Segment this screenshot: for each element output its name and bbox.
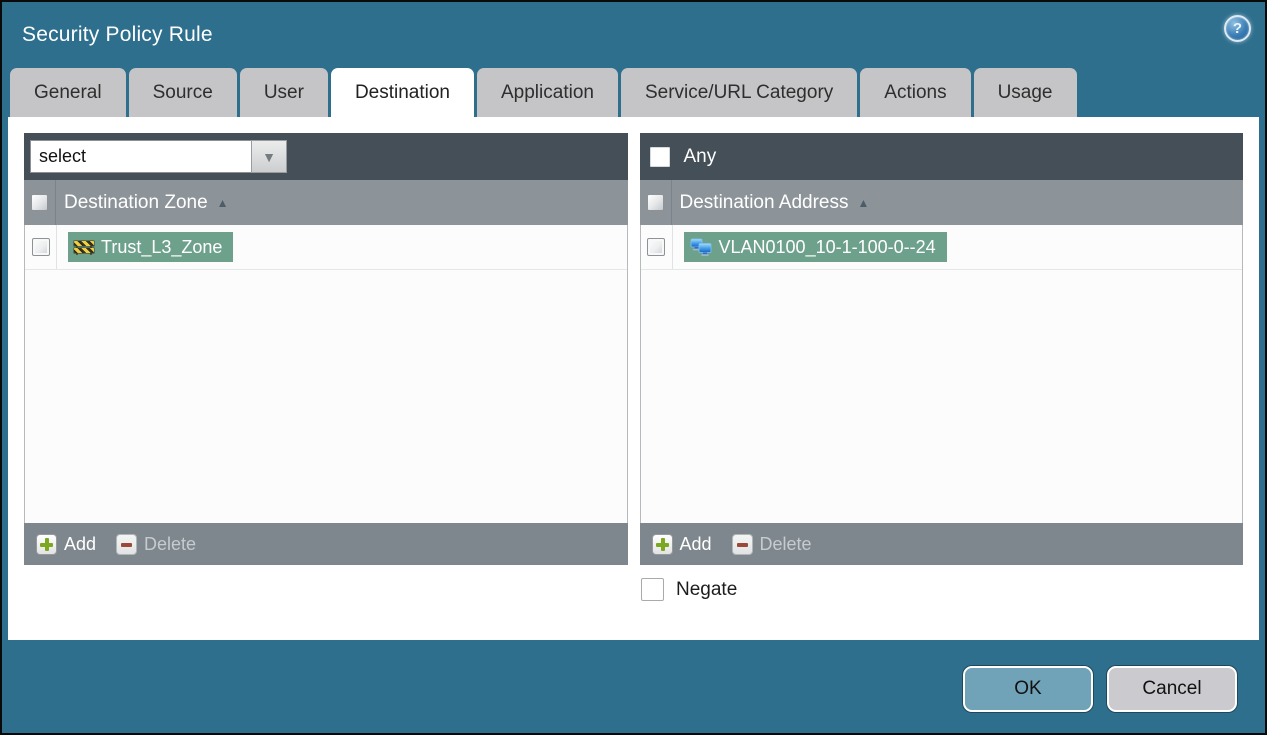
tab-service-url-category[interactable]: Service/URL Category [620, 68, 858, 117]
zone-column-header: Destination Zone ▲ [24, 180, 628, 225]
zone-item[interactable]: Trust_L3_Zone [68, 232, 234, 262]
zone-rows: Trust_L3_Zone [24, 225, 628, 523]
minus-icon [116, 533, 138, 555]
network-address-icon [690, 238, 711, 256]
titlebar: Security Policy Rule ? [2, 2, 1265, 68]
zone-filter-select[interactable]: select [30, 140, 252, 173]
tab-usage[interactable]: Usage [973, 68, 1077, 117]
plus-icon [651, 533, 673, 555]
address-column-header: Destination Address ▲ [639, 180, 1243, 225]
address-toolbar: Any [639, 133, 1243, 180]
table-row[interactable]: Trust_L3_Zone [25, 225, 627, 270]
zone-delete-button[interactable]: Delete [116, 533, 197, 555]
help-glyph: ? [1232, 20, 1243, 37]
zone-barrier-icon [74, 240, 94, 255]
help-icon[interactable]: ? [1224, 15, 1251, 42]
destination-tab-content: select ▼ Destination Zone ▲ Trust_L3_Zon… [8, 117, 1259, 640]
zone-footer-bar: Add Delete [24, 523, 628, 565]
dialog-footer: OK Cancel [2, 640, 1265, 733]
chevron-down-icon: ▼ [262, 148, 276, 165]
tab-general[interactable]: General [10, 68, 126, 117]
address-item-label: VLAN0100_10-1-100-0--24 [718, 236, 936, 257]
address-add-button[interactable]: Add [651, 533, 712, 555]
tab-source[interactable]: Source [128, 68, 237, 117]
zone-toolbar: select ▼ [24, 133, 628, 180]
zone-select-all-checkbox[interactable] [31, 194, 48, 211]
zone-filter-dropdown-button[interactable]: ▼ [251, 140, 287, 173]
destination-address-panel: Any Destination Address ▲ VLAN0100_10-1-… [639, 133, 1243, 565]
destination-zone-panel: select ▼ Destination Zone ▲ Trust_L3_Zon… [24, 133, 628, 565]
sort-ascending-icon[interactable]: ▲ [217, 196, 229, 210]
tab-application[interactable]: Application [477, 68, 618, 117]
security-policy-rule-dialog: Security Policy Rule ? General Source Us… [0, 0, 1267, 735]
tab-actions[interactable]: Actions [860, 68, 971, 117]
zone-delete-label: Delete [144, 533, 197, 554]
panels: select ▼ Destination Zone ▲ Trust_L3_Zon… [8, 117, 1259, 565]
zone-row-checkbox[interactable] [31, 238, 50, 256]
zone-add-button[interactable]: Add [36, 533, 97, 555]
tab-bar: General Source User Destination Applicat… [2, 68, 1265, 117]
plus-icon [36, 533, 57, 555]
zone-row-checkbox-cell [25, 225, 57, 269]
address-rows: VLAN0100_10-1-100-0--24 [639, 225, 1243, 523]
address-select-all-checkbox[interactable] [646, 194, 664, 211]
zone-column-title[interactable]: Destination Zone [64, 192, 208, 214]
sort-ascending-icon[interactable]: ▲ [858, 196, 870, 210]
any-label: Any [683, 145, 717, 167]
address-footer-bar: Add Delete [639, 523, 1243, 565]
zone-select-all-cell [24, 180, 56, 225]
negate-row: Negate [641, 578, 1259, 601]
address-column-title[interactable]: Destination Address [680, 192, 849, 214]
any-checkbox[interactable] [649, 146, 670, 167]
tab-destination[interactable]: Destination [330, 68, 474, 117]
address-row-checkbox-cell [641, 225, 673, 269]
table-row[interactable]: VLAN0100_10-1-100-0--24 [640, 225, 1242, 270]
address-delete-button[interactable]: Delete [731, 533, 812, 555]
zone-item-label: Trust_L3_Zone [101, 236, 223, 257]
tab-user[interactable]: User [239, 68, 328, 117]
address-select-all-cell [640, 180, 672, 225]
negate-label: Negate [676, 578, 738, 600]
address-row-checkbox[interactable] [647, 238, 665, 256]
ok-button[interactable]: OK [963, 666, 1093, 712]
minus-icon [731, 533, 753, 555]
cancel-button[interactable]: Cancel [1107, 666, 1237, 712]
address-delete-label: Delete [759, 533, 812, 554]
address-item[interactable]: VLAN0100_10-1-100-0--24 [683, 232, 947, 262]
negate-checkbox[interactable] [641, 578, 664, 601]
dialog-title: Security Policy Rule [22, 23, 213, 46]
zone-add-label: Add [64, 533, 97, 554]
address-add-label: Add [679, 533, 712, 554]
